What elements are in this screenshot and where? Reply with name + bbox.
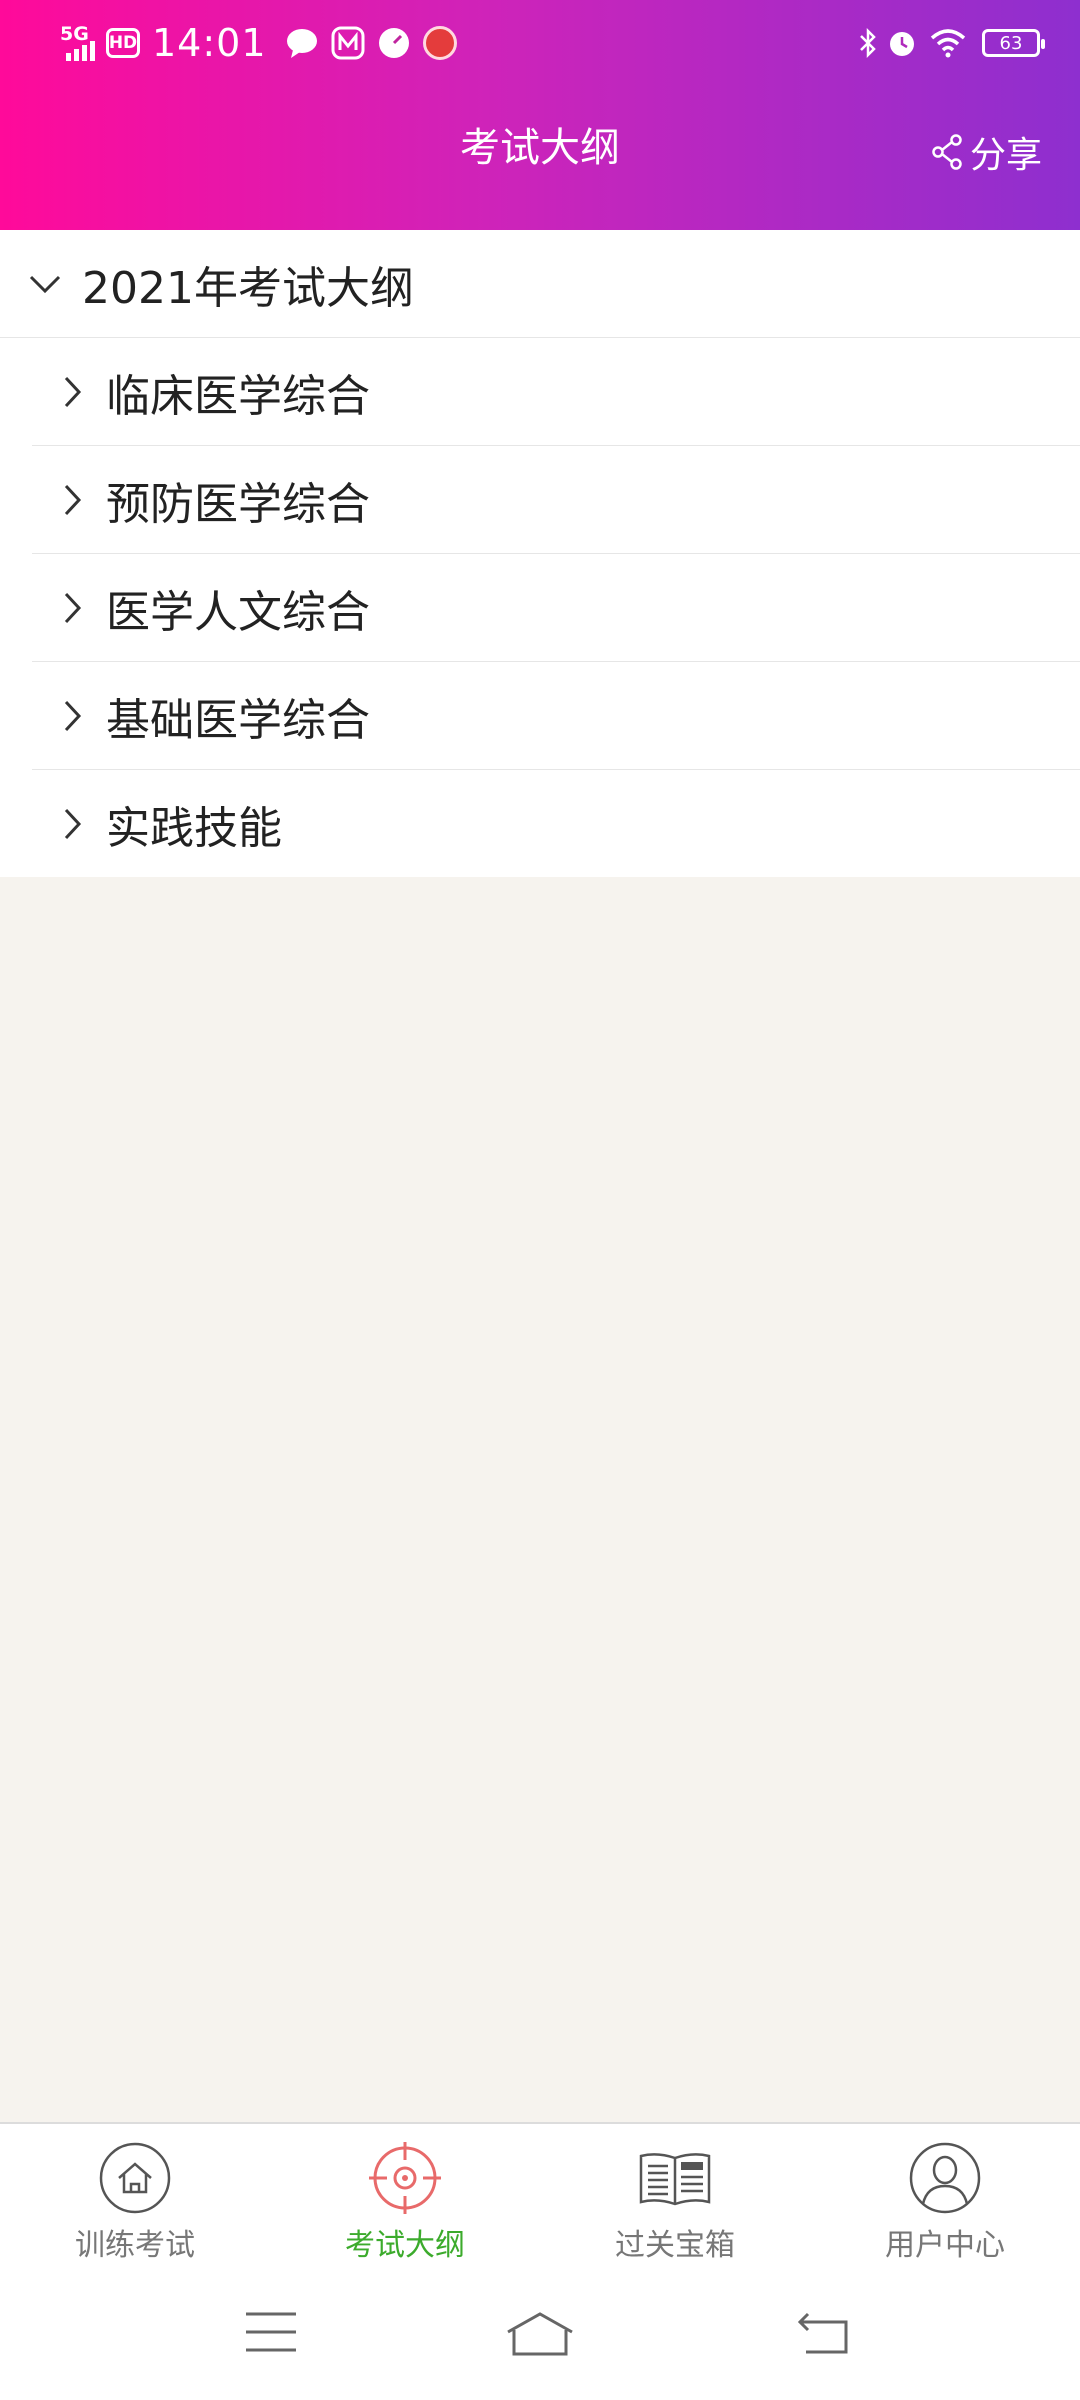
outline-item-humanities[interactable]: 医学人文综合 bbox=[32, 554, 1080, 662]
share-icon bbox=[932, 134, 962, 170]
outline-item-practice[interactable]: 实践技能 bbox=[32, 770, 1080, 877]
wifi-icon bbox=[930, 29, 966, 58]
bottom-nav: 训练考试 考试大纲 过关宝箱 用户中心 bbox=[0, 2122, 1080, 2276]
tab-training-exam[interactable]: 训练考试 bbox=[0, 2124, 270, 2276]
outline-item-label: 基础医学综合 bbox=[106, 694, 370, 746]
tab-label: 用户中心 bbox=[885, 2228, 1005, 2263]
outline-item-label: 实践技能 bbox=[106, 802, 282, 854]
share-button[interactable]: 分享 bbox=[930, 126, 1042, 178]
outline-item-label: 医学人文综合 bbox=[106, 586, 370, 638]
home-icon bbox=[99, 2142, 171, 2214]
cellular-signal-icon: 5G bbox=[60, 25, 96, 61]
chevron-right-icon bbox=[64, 592, 82, 623]
share-label: 分享 bbox=[969, 135, 1042, 176]
target-icon bbox=[369, 2142, 441, 2214]
outline-item-label: 临床医学综合 bbox=[106, 370, 370, 422]
chevron-right-icon bbox=[64, 700, 82, 731]
outline-item-basic[interactable]: 基础医学综合 bbox=[32, 662, 1080, 770]
home-nav-icon[interactable] bbox=[504, 2310, 576, 2358]
chevron-right-icon bbox=[64, 376, 82, 407]
battery-indicator: 63 bbox=[982, 29, 1045, 57]
outline-group-2021[interactable]: 2021年考试大纲 bbox=[0, 230, 1080, 338]
page-title: 考试大纲 bbox=[460, 125, 620, 171]
menu-icon[interactable] bbox=[244, 2310, 298, 2354]
tab-label: 考试大纲 bbox=[345, 2228, 465, 2263]
chevron-down-icon bbox=[29, 275, 61, 293]
tab-label: 过关宝箱 bbox=[615, 2228, 735, 2263]
news-icon bbox=[639, 2153, 711, 2206]
back-icon[interactable] bbox=[796, 2310, 852, 2356]
status-bar: 5G HD 14:01 63 bbox=[0, 0, 1080, 86]
bluetooth-icon bbox=[860, 27, 876, 59]
heart-app-icon bbox=[422, 26, 457, 60]
tab-label: 训练考试 bbox=[75, 2228, 195, 2263]
tab-exam-outline[interactable]: 考试大纲 bbox=[270, 2124, 540, 2276]
system-navigation-bar bbox=[0, 2274, 1080, 2400]
chat-bubble-icon bbox=[286, 29, 317, 58]
user-icon bbox=[909, 2142, 981, 2214]
hd-badge: HD bbox=[106, 28, 140, 58]
outline-item-clinical[interactable]: 临床医学综合 bbox=[32, 338, 1080, 446]
outline-item-label: 预防医学综合 bbox=[106, 478, 370, 530]
group-label: 2021年考试大纲 bbox=[82, 262, 414, 314]
alarm-icon bbox=[890, 32, 914, 56]
chevron-right-icon bbox=[64, 808, 82, 839]
chevron-right-icon bbox=[64, 484, 82, 515]
outline-list: 2021年考试大纲 临床医学综合 预防医学综合 医学人文综合 基础医学综合 实践… bbox=[0, 230, 1080, 877]
header-bar: 5G HD 14:01 63 考试大纲 分享 bbox=[0, 0, 1080, 230]
tab-pass-treasure[interactable]: 过关宝箱 bbox=[540, 2124, 810, 2276]
app-m-icon bbox=[331, 26, 365, 60]
outline-item-preventive[interactable]: 预防医学综合 bbox=[32, 446, 1080, 554]
status-time: 14:01 bbox=[152, 21, 267, 65]
tab-user-center[interactable]: 用户中心 bbox=[810, 2124, 1080, 2276]
speedometer-icon bbox=[378, 28, 409, 58]
